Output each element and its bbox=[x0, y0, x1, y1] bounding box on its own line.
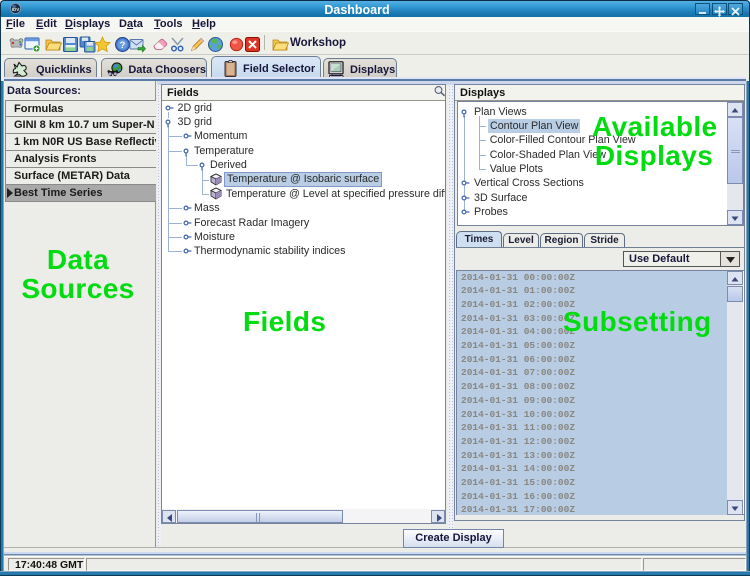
svg-text:?: ? bbox=[120, 40, 126, 51]
